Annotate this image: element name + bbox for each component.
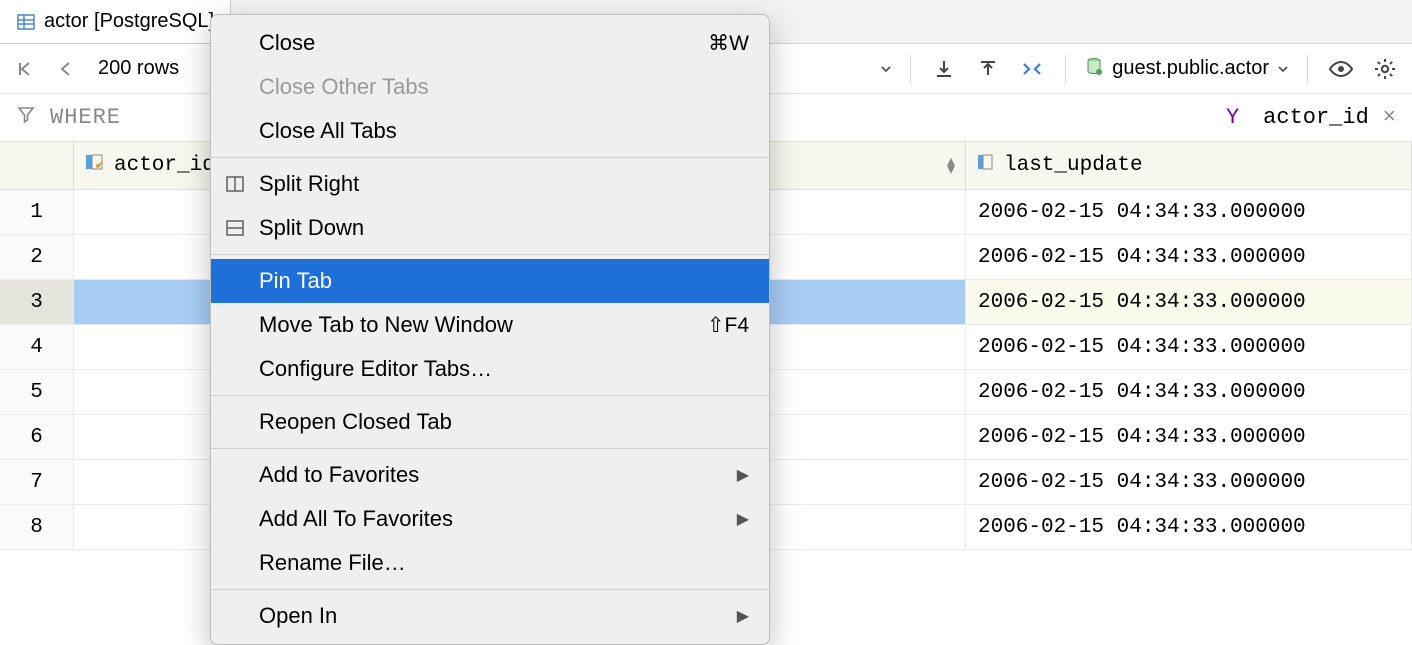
menu-separator <box>211 589 769 590</box>
filter-icon <box>16 104 36 131</box>
split-right-icon <box>225 174 245 194</box>
rownum-header[interactable] <box>0 142 74 189</box>
cell-last-update[interactable]: 2006-02-15 04:34:33.000000 <box>966 325 1412 369</box>
row-number[interactable]: 5 <box>0 370 74 414</box>
row-number[interactable]: 1 <box>0 190 74 234</box>
column-header-last-update[interactable]: last_update <box>966 142 1412 189</box>
menu-label: Split Down <box>259 215 364 241</box>
first-page-button[interactable] <box>12 56 38 82</box>
cell-last-update[interactable]: 2006-02-15 04:34:33.000000 <box>966 370 1412 414</box>
row-number[interactable]: 3 <box>0 280 74 324</box>
row-number[interactable]: 8 <box>0 505 74 549</box>
menu-label: Open In <box>259 603 337 629</box>
key-column-icon <box>84 152 104 179</box>
sort-indicator-icon: ▴▾ <box>947 158 955 174</box>
column-name: actor_id <box>114 154 215 177</box>
table-icon <box>16 12 36 32</box>
tab-title: actor [PostgreSQL] <box>44 10 214 33</box>
row-number[interactable]: 2 <box>0 235 74 279</box>
cell-last-update[interactable]: 2006-02-15 04:34:33.000000 <box>966 280 1412 324</box>
compare-button[interactable] <box>1017 54 1047 84</box>
menu-add-all-favorites[interactable]: Add All To Favorites ▶ <box>211 497 769 541</box>
cell-last-update[interactable]: 2006-02-15 04:34:33.000000 <box>966 190 1412 234</box>
menu-configure-tabs[interactable]: Configure Editor Tabs… <box>211 347 769 391</box>
where-keyword: WHERE <box>50 105 121 130</box>
cell-last-update[interactable]: 2006-02-15 04:34:33.000000 <box>966 235 1412 279</box>
menu-close[interactable]: Close ⌘W <box>211 21 769 65</box>
menu-pin-tab[interactable]: Pin Tab <box>211 259 769 303</box>
menu-separator <box>211 157 769 158</box>
submenu-arrow-icon: ▶ <box>737 465 749 485</box>
submenu-arrow-icon: ▶ <box>737 606 749 626</box>
import-button[interactable] <box>929 54 959 84</box>
export-button[interactable] <box>973 54 1003 84</box>
tab-context-menu: Close ⌘W Close Other Tabs Close All Tabs… <box>210 14 770 645</box>
schema-path: guest.public.actor <box>1112 57 1269 80</box>
schema-selector[interactable]: guest.public.actor <box>1084 56 1289 82</box>
prev-page-button[interactable] <box>52 56 78 82</box>
menu-separator <box>211 395 769 396</box>
menu-split-down[interactable]: Split Down <box>211 206 769 250</box>
submenu-arrow-icon: ▶ <box>737 509 749 529</box>
menu-label: Reopen Closed Tab <box>259 409 452 435</box>
row-count-label[interactable]: 200 rows <box>98 57 179 80</box>
menu-label: Add to Favorites <box>259 462 419 488</box>
menu-open-in[interactable]: Open In ▶ <box>211 594 769 638</box>
export-format-dropdown[interactable]: DSV <box>833 57 892 80</box>
menu-separator <box>211 448 769 449</box>
row-number[interactable]: 6 <box>0 415 74 459</box>
cell-last-update[interactable]: 2006-02-15 04:34:33.000000 <box>966 415 1412 459</box>
menu-label: Add All To Favorites <box>259 506 453 532</box>
shortcut-label: ⌘W <box>708 31 749 56</box>
menu-separator <box>211 254 769 255</box>
menu-close-other: Close Other Tabs <box>211 65 769 109</box>
menu-rename-file[interactable]: Rename File… <box>211 541 769 585</box>
chevron-down-icon <box>1277 63 1289 75</box>
menu-label: Move Tab to New Window <box>259 312 513 338</box>
row-number[interactable]: 4 <box>0 325 74 369</box>
shortcut-label: ⇧F4 <box>707 313 749 338</box>
chevron-down-icon <box>880 63 892 75</box>
separator <box>1307 55 1308 83</box>
column-icon <box>976 153 994 178</box>
menu-label: Close All Tabs <box>259 118 397 144</box>
menu-add-favorites[interactable]: Add to Favorites ▶ <box>211 453 769 497</box>
menu-label: Close <box>259 30 315 56</box>
cell-last-update[interactable]: 2006-02-15 04:34:33.000000 <box>966 460 1412 504</box>
cell-last-update[interactable]: 2006-02-15 04:34:33.000000 <box>966 505 1412 549</box>
menu-reopen-closed[interactable]: Reopen Closed Tab <box>211 400 769 444</box>
menu-label: Rename File… <box>259 550 406 576</box>
menu-close-all[interactable]: Close All Tabs <box>211 109 769 153</box>
separator <box>910 55 911 83</box>
view-button[interactable] <box>1326 54 1356 84</box>
column-name: last_update <box>1004 154 1143 177</box>
menu-label: Close Other Tabs <box>259 74 429 100</box>
menu-label: Configure Editor Tabs… <box>259 356 492 382</box>
separator <box>1065 55 1066 83</box>
menu-label: Split Right <box>259 171 359 197</box>
split-down-icon <box>225 218 245 238</box>
editor-tab-actor[interactable]: actor [PostgreSQL] <box>0 0 231 43</box>
order-column: actor_id <box>1263 105 1369 130</box>
menu-split-right[interactable]: Split Right <box>211 162 769 206</box>
menu-move-new-window[interactable]: Move Tab to New Window ⇧F4 <box>211 303 769 347</box>
database-icon <box>1084 56 1104 82</box>
order-by-keyword: Y <box>1226 105 1239 130</box>
clear-filter-button[interactable]: × <box>1383 105 1396 130</box>
row-number[interactable]: 7 <box>0 460 74 504</box>
menu-label: Pin Tab <box>259 268 332 294</box>
settings-button[interactable] <box>1370 54 1400 84</box>
